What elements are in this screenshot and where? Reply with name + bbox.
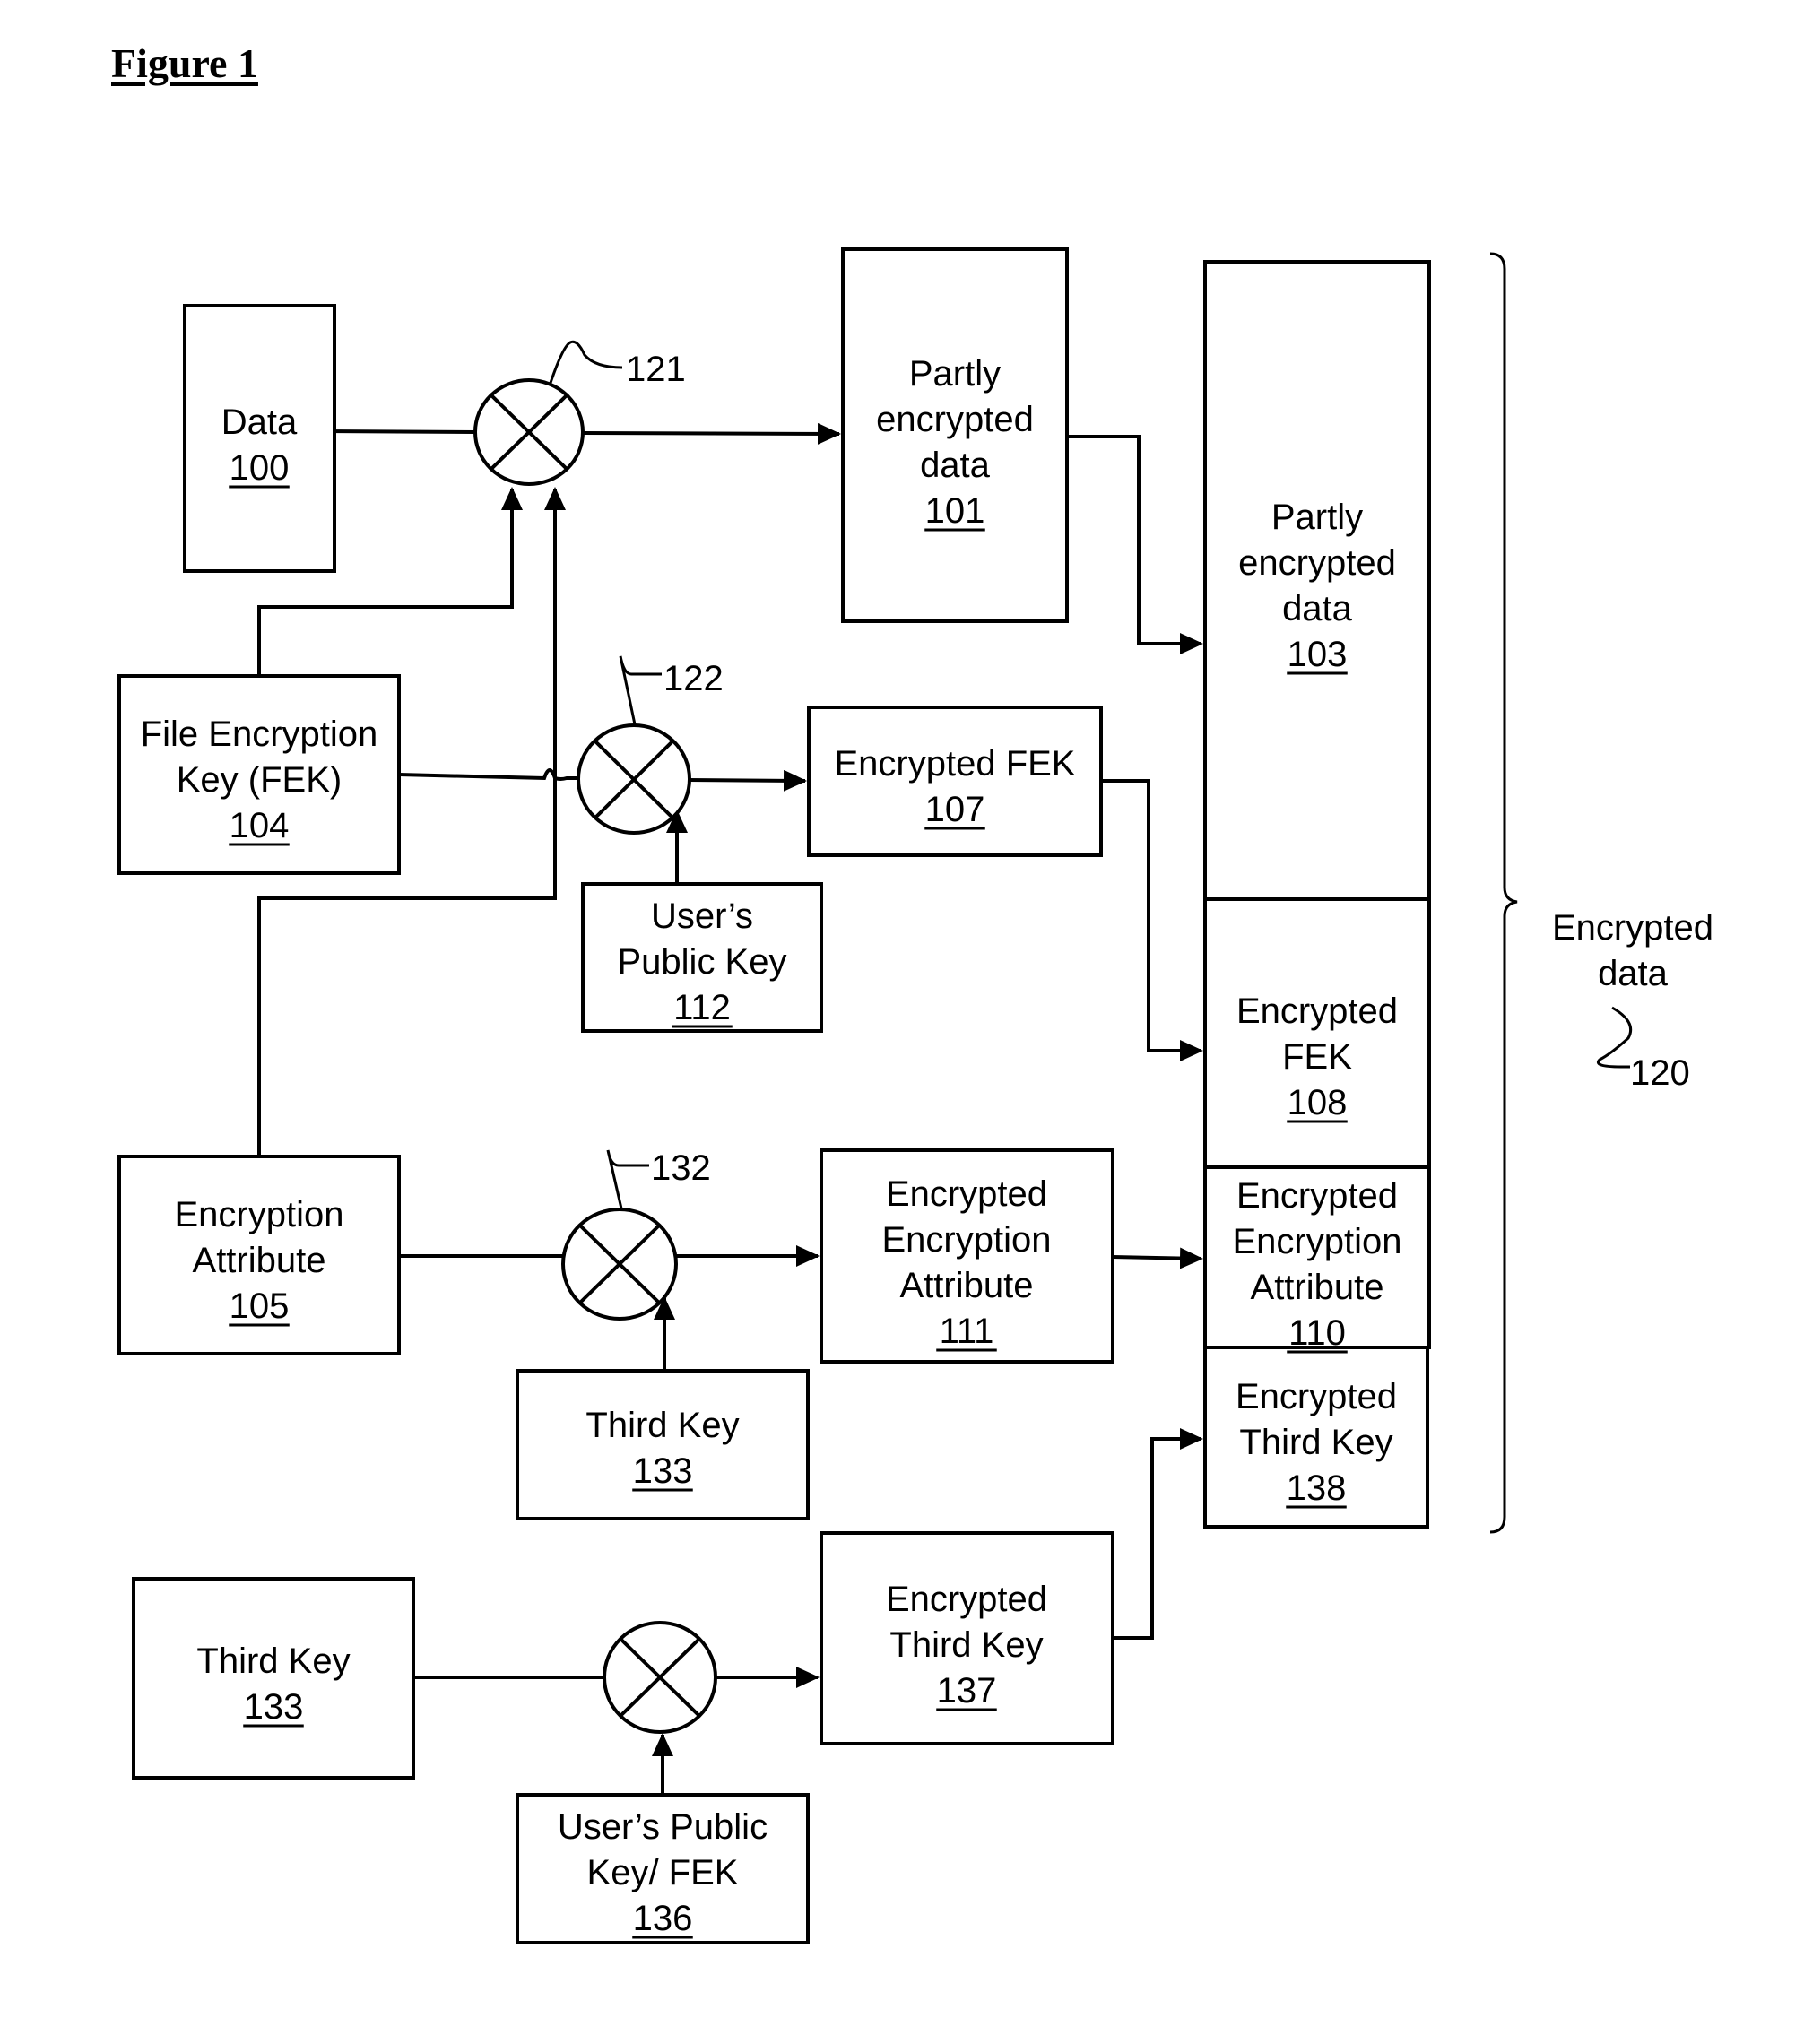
leader-line-121 [549, 340, 623, 384]
block-label-line: Key/ FEK [587, 1853, 739, 1892]
block-label-line: Data [221, 403, 298, 442]
wire-fek-to-op122 [398, 768, 579, 781]
group-label-line: data [1598, 954, 1669, 993]
block-label-line: Encrypted [886, 1174, 1047, 1214]
block-label-line: User’s Public [558, 1807, 768, 1847]
ref-label-121: 121 [626, 350, 686, 389]
block-ref-number: 100 [230, 448, 290, 488]
ref-label-120: 120 [1630, 1053, 1690, 1093]
block-ref-number: 133 [244, 1687, 304, 1727]
block-label-line: Encrypted [1236, 1377, 1397, 1416]
block-label-line: Third Key [1239, 1423, 1392, 1462]
block-label-line: data [1282, 589, 1353, 628]
block-label-line: Attribute [193, 1241, 326, 1280]
block-ref-number: 136 [633, 1899, 693, 1938]
group-label-line: Encrypted [1552, 908, 1713, 948]
leader-line-132 [606, 1149, 649, 1209]
wire-137-to-138 [1113, 1428, 1203, 1640]
block-ref-number: 103 [1288, 635, 1348, 674]
block-encrypted-fek-108 [1203, 897, 1431, 1169]
block-label-line: Key (FEK) [177, 760, 342, 800]
block-ref-number: 107 [925, 790, 985, 829]
block-label-line: Partly [1271, 498, 1363, 537]
wire-op121-to-101 [583, 422, 841, 445]
brace-encrypted-data [1489, 252, 1518, 1534]
block-label-line: FEK [1282, 1037, 1352, 1077]
block-label-line: File Encryption [141, 715, 378, 754]
block-label-line: Encrypted [886, 1580, 1047, 1619]
block-label-line: Partly [909, 354, 1001, 394]
wire-111-to-110 [1112, 1247, 1203, 1269]
block-label-line: Third Key [196, 1641, 350, 1681]
block-ref-number: 112 [673, 988, 731, 1027]
ref-label-122: 122 [663, 659, 724, 698]
block-label-line: User’s [651, 896, 753, 936]
block-label-line: Third Key [889, 1625, 1043, 1665]
block-ref-number: 104 [230, 806, 290, 845]
ref-label-132: 132 [651, 1148, 711, 1188]
block-ref-number: 108 [1288, 1083, 1348, 1122]
block-label-line: Attribute [900, 1266, 1034, 1305]
leader-line-120 [1597, 1006, 1633, 1069]
operator-132: 132 [561, 1148, 711, 1321]
block-label-line: Encrypted [1236, 1176, 1398, 1216]
block-label-line: Encrypted [1236, 992, 1398, 1031]
block-label-line: Encryption [1233, 1222, 1402, 1261]
block-label-line: Public Key [618, 942, 787, 982]
operator-121: 121 [473, 340, 686, 486]
block-label-line: encrypted [876, 400, 1034, 439]
operator-122: 122 [577, 655, 724, 835]
block-ref-number: 101 [925, 491, 985, 531]
block-label-line: Encryption [175, 1195, 344, 1234]
block-label-line: Attribute [1251, 1268, 1384, 1307]
block-label-line: data [920, 446, 991, 485]
block-ref-number: 110 [1288, 1313, 1346, 1353]
block-ref-number: 133 [633, 1451, 693, 1491]
block-label-line: encrypted [1238, 543, 1396, 583]
block-ref-number: 137 [937, 1671, 997, 1711]
block-ref-number: 111 [940, 1312, 994, 1351]
block-label-line: Encrypted FEK [834, 744, 1075, 784]
leader-line-122 [619, 655, 662, 725]
encryption-diagram: 121 122 132 Data 100 Partly encrypted data 10… [117, 247, 1713, 1944]
block-label-line: Third Key [585, 1406, 739, 1445]
operator-bottom [603, 1621, 717, 1734]
wire-101-to-103 [1067, 435, 1203, 654]
block-ref-number: 105 [230, 1286, 290, 1326]
wire-op122-to-107 [688, 769, 807, 792]
block-ref-number: 138 [1287, 1468, 1347, 1508]
wire-107-to-108 [1101, 779, 1203, 1061]
block-label-line: Encryption [882, 1220, 1052, 1260]
wire-data-to-op121 [313, 429, 475, 434]
